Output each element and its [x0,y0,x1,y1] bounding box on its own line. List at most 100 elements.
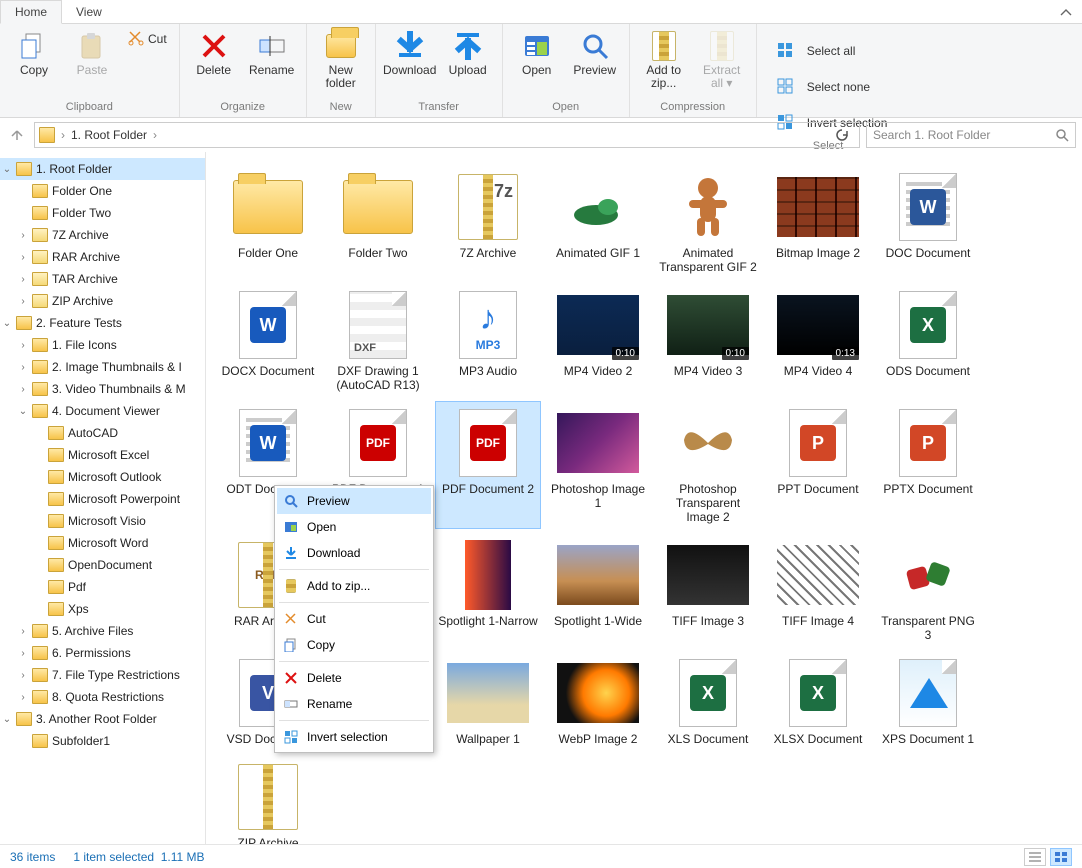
ctx-preview[interactable]: Preview [277,488,431,514]
delete-button[interactable]: Delete [188,28,240,77]
group-title-new: New [315,101,367,115]
file-item[interactable]: 0:13MP4 Video 4 [766,284,870,396]
tree-node[interactable]: ›6. Permissions [0,642,205,664]
file-item[interactable]: Photoshop Image 1 [546,402,650,528]
paste-button[interactable]: Paste [66,28,118,77]
file-item[interactable]: XXLS Document [656,652,760,750]
tree-node[interactable]: ·OpenDocument [0,554,205,576]
ctx-copy[interactable]: Copy [277,632,431,658]
file-item[interactable]: ♪MP3MP3 Audio [436,284,540,396]
file-item[interactable]: Animated Transparent GIF 2 [656,166,760,278]
download-button[interactable]: Download [384,28,436,77]
file-item[interactable]: Spotlight 1-Narrow [436,534,540,646]
tab-home[interactable]: Home [0,0,62,24]
upload-icon [452,30,484,62]
rename-button[interactable]: Rename [246,28,298,77]
tree-node[interactable]: ·Microsoft Word [0,532,205,554]
add-to-zip-button[interactable]: Add to zip... [638,28,690,90]
tab-view[interactable]: View [62,1,116,23]
refresh-button[interactable] [829,128,855,142]
tree-node[interactable]: ›7. File Type Restrictions [0,664,205,686]
file-item[interactable]: WDOC Document [876,166,980,278]
tree-node[interactable]: ·AutoCAD [0,422,205,444]
search-input[interactable]: Search 1. Root Folder [866,122,1076,148]
file-item-selected[interactable]: PDFPDF Document 2 [436,402,540,528]
tree-node[interactable]: ›RAR Archive [0,246,205,268]
ctx-delete[interactable]: Delete [277,665,431,691]
file-item[interactable]: PPPTX Document [876,402,980,528]
open-button[interactable]: Open [511,28,563,77]
tree-node-root2[interactable]: ⌄2. Feature Tests [0,312,205,334]
ribbon-collapse[interactable] [1050,3,1082,23]
nav-row: › 1. Root Folder › Search 1. Root Folder [0,118,1082,152]
file-item[interactable]: Transparent PNG 3 [876,534,980,646]
tree-node[interactable]: ·Microsoft Powerpoint [0,488,205,510]
file-item[interactable]: Spotlight 1-Wide [546,534,650,646]
file-item[interactable]: XXLSX Document [766,652,870,750]
tree-node[interactable]: ›ZIP Archive [0,290,205,312]
ctx-add-to-zip[interactable]: Add to zip... [277,573,431,599]
refresh-icon [835,128,849,142]
cut-button[interactable]: Cut [124,28,171,48]
new-folder-button[interactable]: New folder [315,28,367,90]
file-item[interactable]: Folder One [216,166,320,278]
tree-node[interactable]: ›TAR Archive [0,268,205,290]
breadcrumb-item[interactable]: 1. Root Folder [71,128,147,142]
file-item[interactable]: 0:10MP4 Video 2 [546,284,650,396]
file-item[interactable]: XODS Document [876,284,980,396]
tree-node-root1[interactable]: ⌄1. Root Folder [0,158,205,180]
invert-selection-icon [283,729,299,745]
file-item[interactable]: TIFF Image 4 [766,534,870,646]
extract-all-button[interactable]: Extract all ▾ [696,28,748,90]
file-item[interactable]: WDOCX Document [216,284,320,396]
file-item[interactable]: DXFDXF Drawing 1 (AutoCAD R13) [326,284,430,396]
file-item[interactable]: ZIP Archive [216,756,320,844]
ctx-open[interactable]: Open [277,514,431,540]
tree-node[interactable]: ·Folder One [0,180,205,202]
file-item[interactable]: 7Z Archive [436,166,540,278]
view-details-button[interactable] [1024,848,1046,866]
select-all-button[interactable]: Select all [765,32,892,68]
tree-node[interactable]: ›2. Image Thumbnails & I [0,356,205,378]
file-item[interactable]: Wallpaper 1 [436,652,540,750]
file-item[interactable]: 0:10MP4 Video 3 [656,284,760,396]
tree-node[interactable]: ›1. File Icons [0,334,205,356]
paste-icon [76,30,108,62]
tree-node[interactable]: ·Pdf [0,576,205,598]
file-item[interactable]: Bitmap Image 2 [766,166,870,278]
file-item[interactable]: Animated GIF 1 [546,166,650,278]
tree-node[interactable]: ·Microsoft Excel [0,444,205,466]
tree-node[interactable]: ›5. Archive Files [0,620,205,642]
ctx-invert-selection[interactable]: Invert selection [277,724,431,750]
search-placeholder: Search 1. Root Folder [873,128,990,142]
file-item[interactable]: PPPT Document [766,402,870,528]
tree-node[interactable]: ›3. Video Thumbnails & M [0,378,205,400]
ctx-rename[interactable]: Rename [277,691,431,717]
tree-node[interactable]: ·Microsoft Outlook [0,466,205,488]
copy-button[interactable]: Copy [8,28,60,77]
nav-up-button[interactable] [6,124,28,146]
ctx-cut[interactable]: Cut [277,606,431,632]
tree-node[interactable]: ›8. Quota Restrictions [0,686,205,708]
group-transfer: Download Upload Transfer [376,24,503,117]
folder-icon [39,127,55,143]
upload-button[interactable]: Upload [442,28,494,77]
select-none-button[interactable]: Select none [765,68,892,104]
tree-node[interactable]: ›7Z Archive [0,224,205,246]
tree-node[interactable]: ⌄4. Document Viewer [0,400,205,422]
tree-node[interactable]: ·Xps [0,598,205,620]
download-icon [283,545,299,561]
tree-node-root3[interactable]: ⌄3. Another Root Folder [0,708,205,730]
tree-node[interactable]: ·Subfolder1 [0,730,205,752]
file-item[interactable]: Folder Two [326,166,430,278]
tree-node[interactable]: ·Folder Two [0,202,205,224]
file-item[interactable]: Photoshop Transparent Image 2 [656,402,760,528]
view-icons-button[interactable] [1050,848,1072,866]
file-item[interactable]: XPS Document 1 [876,652,980,750]
tree-node[interactable]: ·Microsoft Visio [0,510,205,532]
file-item[interactable]: WebP Image 2 [546,652,650,750]
ctx-download[interactable]: Download [277,540,431,566]
file-item[interactable]: TIFF Image 3 [656,534,760,646]
preview-button[interactable]: Preview [569,28,621,77]
breadcrumb[interactable]: › 1. Root Folder › [34,122,860,148]
